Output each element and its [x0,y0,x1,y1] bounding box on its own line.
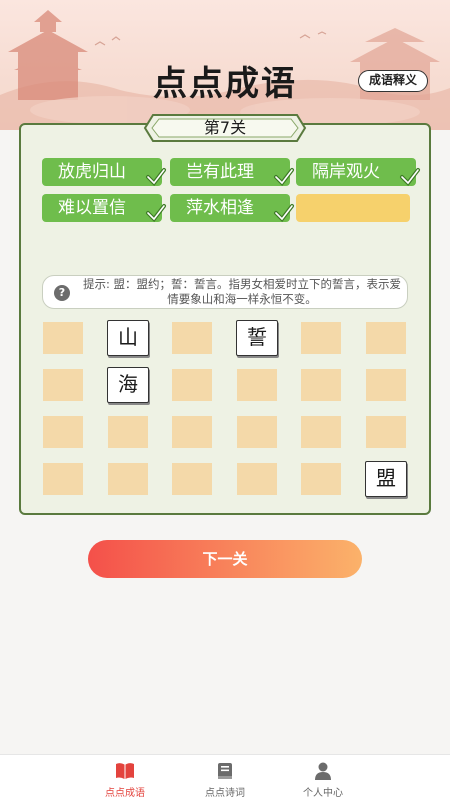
grid-cell[interactable] [43,416,83,448]
grid-cell[interactable] [237,369,277,401]
character-tile[interactable]: 誓 [236,320,278,356]
hint-text: 提示: 盟：盟约；誓：誓言。指男女相爱时立下的誓言，表示爱情要象山和海一样永恒不… [82,277,402,306]
next-level-button[interactable]: 下一关 [88,540,362,578]
solved-idiom-chip: 隔岸观火 [296,158,420,187]
solved-idiom-chip: 岂有此理 [170,158,294,187]
grid-cell[interactable] [172,322,212,354]
solved-idiom-chip: 萍水相逢 [170,194,294,223]
grid-cell[interactable] [366,369,406,401]
bottom-tab-bar: 点点成语 点点诗词 个人中心 [0,754,450,800]
idiom-text: 隔岸观火 [312,162,380,182]
tab-poetry[interactable]: 点点诗词 [180,755,270,800]
poetry-book-icon [218,763,232,779]
character-tile[interactable]: 海 [107,367,149,403]
check-icon [400,168,420,187]
check-icon [274,204,294,223]
grid-cell[interactable] [366,322,406,354]
tab-label: 点点诗词 [205,788,245,799]
idiom-text: 萍水相逢 [186,198,254,218]
grid-cell[interactable] [237,463,277,495]
check-icon [146,204,166,223]
grid-cell[interactable] [172,369,212,401]
grid-cell[interactable] [43,322,83,354]
solved-idiom-chip: 难以置信 [42,194,166,223]
header-banner: 点点成语 成语释义 [0,0,450,130]
grid-cell[interactable] [43,463,83,495]
idiom-text: 放虎归山 [58,162,126,182]
tab-idioms[interactable]: 点点成语 [80,755,170,800]
character-tile[interactable]: 山 [107,320,149,356]
grid-cell[interactable] [43,369,83,401]
grid-cell[interactable] [108,416,148,448]
grid-cell[interactable] [237,416,277,448]
hint-box: ? 提示: 盟：盟约；誓：誓言。指男女相爱时立下的誓言，表示爱情要象山和海一样永… [42,275,408,309]
grid-cell[interactable] [108,463,148,495]
idiom-text: 难以置信 [58,198,126,218]
grid-cell[interactable] [301,369,341,401]
idiom-explanation-button[interactable]: 成语释义 [357,70,428,92]
empty-idiom-slot [296,194,410,222]
check-icon [274,168,294,187]
solved-idiom-chip: 放虎归山 [42,158,166,187]
question-icon: ? [54,285,70,301]
user-icon [315,762,331,780]
grid-cell[interactable] [301,322,341,354]
tab-label: 个人中心 [303,788,343,799]
character-tile[interactable]: 盟 [365,461,407,497]
idiom-text: 岂有此理 [186,162,254,182]
grid-cell[interactable] [172,416,212,448]
grid-cell[interactable] [172,463,212,495]
level-label: 第7关 [203,118,247,137]
grid-cell[interactable] [366,416,406,448]
check-icon [146,168,166,187]
grid-cell[interactable] [301,416,341,448]
tab-label: 点点成语 [105,788,145,799]
book-icon [116,763,134,779]
tab-profile[interactable]: 个人中心 [278,755,368,800]
grid-cell[interactable] [301,463,341,495]
